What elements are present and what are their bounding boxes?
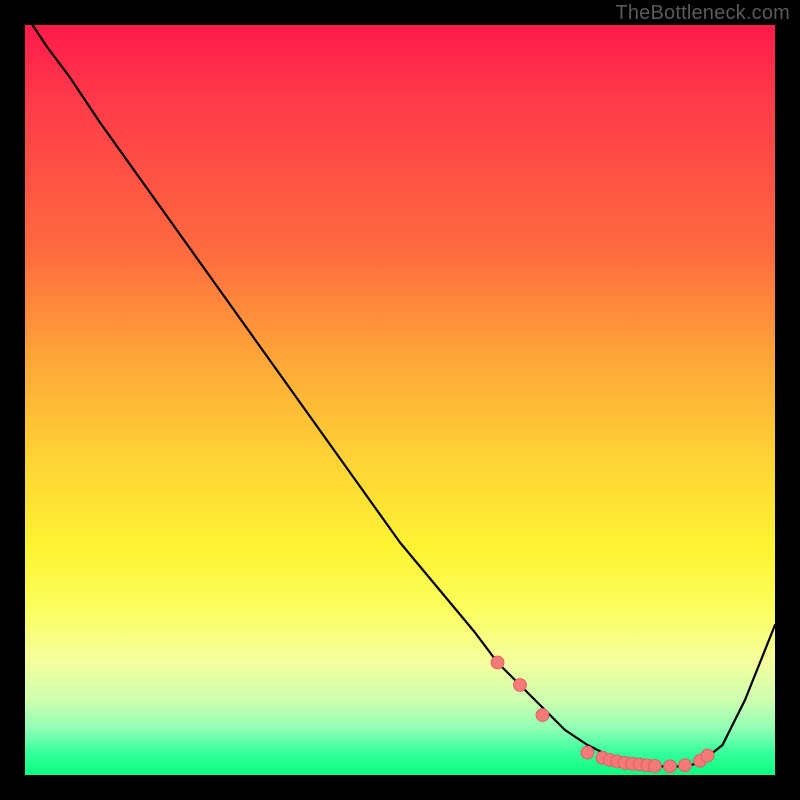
highlighted-points-group [491, 656, 714, 773]
highlighted-point [649, 760, 662, 773]
watermark-text: TheBottleneck.com [615, 2, 790, 25]
highlighted-point [581, 746, 594, 759]
chart-frame: TheBottleneck.com [0, 0, 800, 800]
highlighted-point [679, 759, 692, 772]
plot-area [25, 25, 775, 775]
highlighted-point [701, 749, 714, 762]
highlighted-point [664, 760, 677, 773]
highlighted-point [491, 656, 504, 669]
highlighted-point [536, 709, 549, 722]
chart-svg [25, 25, 775, 775]
highlighted-point [514, 679, 527, 692]
bottleneck-curve-line [33, 25, 776, 767]
